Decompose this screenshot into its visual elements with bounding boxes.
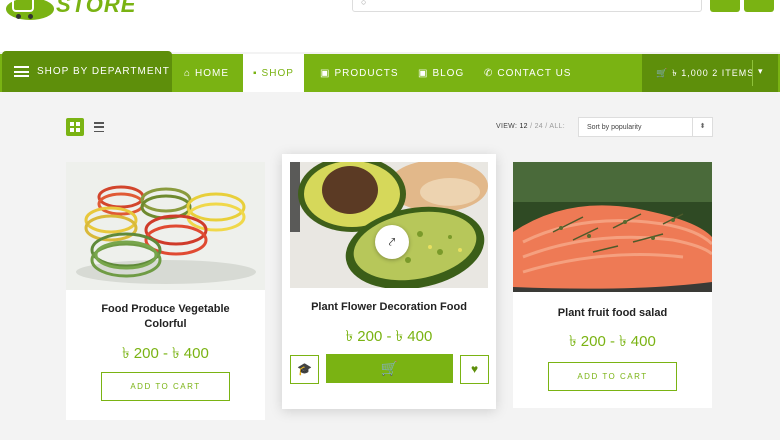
search-icon: ○	[361, 0, 367, 7]
product-title-line1: Food Produce Vegetable	[101, 303, 230, 315]
nav-home-label: HOME	[195, 67, 230, 79]
nav-products[interactable]: ▣ PRODUCTS	[320, 54, 399, 92]
add-to-cart-button[interactable]: ADD TO CART	[101, 372, 230, 401]
product-title[interactable]: Plant Flower Decoration Food	[282, 300, 496, 315]
product-title[interactable]: Plant fruit food salad	[513, 306, 712, 321]
list-view-button[interactable]	[92, 120, 106, 134]
compare-button[interactable]: 🎓	[290, 355, 319, 384]
product-price: ৳ 200 - ৳ 400	[569, 333, 656, 350]
product-card: Plant fruit food salad ৳ 200 - ৳ 400 ADD…	[513, 162, 712, 408]
search-input[interactable]: ○	[352, 0, 702, 12]
nav-shop-label: SHOP	[261, 67, 294, 79]
grid-view-button[interactable]	[66, 118, 84, 136]
salmon-image	[513, 162, 712, 292]
product-title[interactable]: Food Produce Vegetable Colorful	[66, 302, 265, 332]
product-card: ⤤ Plant Flower Decoration Food ৳ 200 - ৳…	[282, 154, 496, 409]
sort-arrow-icon: ⬍	[692, 118, 712, 136]
chevron-down-icon[interactable]: ▾	[758, 66, 764, 77]
cart-icon: 🛒	[656, 67, 669, 78]
wishlist-button[interactable]: ♥	[460, 355, 489, 384]
bag-icon: ▪	[253, 67, 258, 79]
product-image[interactable]	[513, 162, 712, 292]
product-price: ৳ 200 - ৳ 400	[345, 328, 433, 345]
sort-select[interactable]: Sort by popularity ⬍	[578, 117, 713, 137]
shop-by-department-button[interactable]: SHOP BY DEPARTMENT	[2, 51, 172, 92]
phone-icon: ✆	[484, 67, 494, 79]
logo[interactable]: STORE	[6, 0, 136, 24]
external-link-icon: ⤤	[388, 235, 396, 249]
logo-wheel-icon	[28, 14, 33, 19]
sort-value: Sort by popularity	[587, 124, 642, 131]
blog-icon: ▣	[418, 67, 429, 79]
quick-view-button[interactable]: ⤤	[375, 225, 409, 259]
main-nav: SHOP BY DEPARTMENT ⌂ HOME ▪ SHOP ▣ PRODU…	[0, 51, 780, 92]
view-option-all[interactable]: ALL	[549, 123, 562, 130]
nav-contact[interactable]: ✆ CONTACT US	[484, 54, 571, 92]
pasta-image	[66, 162, 265, 290]
nav-contact-label: CONTACT US	[497, 67, 572, 79]
nav-shop[interactable]: ▪ SHOP	[243, 54, 304, 92]
product-price: ৳ 200 - ৳ 400	[122, 345, 209, 362]
nav-blog-label: BLOG	[432, 67, 465, 79]
wishlist-button[interactable]	[744, 0, 774, 12]
heart-icon: ♥	[470, 362, 479, 376]
view-count-selector: VIEW: 12 / 24 / ALL:	[496, 123, 565, 130]
logo-text: STORE	[56, 0, 137, 17]
add-to-cart-button[interactable]: 🛒	[326, 354, 453, 383]
divider	[752, 60, 753, 86]
graduation-cap-icon: 🎓	[297, 362, 312, 376]
box-icon: ▣	[320, 67, 331, 79]
cart-summary: ৳ 1,000 2 ITEMS	[672, 67, 755, 78]
cart-icon: 🛒	[380, 360, 399, 376]
nav-products-label: PRODUCTS	[334, 67, 399, 79]
product-title-line2: Colorful	[144, 318, 187, 330]
add-to-cart-button[interactable]: ADD TO CART	[548, 362, 677, 391]
nav-home[interactable]: ⌂ HOME	[184, 54, 229, 92]
view-label: VIEW:	[496, 123, 518, 130]
account-button[interactable]	[710, 0, 740, 12]
site-header: STORE ○	[0, 0, 780, 52]
product-image[interactable]	[66, 162, 265, 290]
department-label: SHOP BY DEPARTMENT	[37, 66, 170, 77]
home-icon: ⌂	[184, 67, 192, 79]
mini-cart[interactable]: 🛒 ৳ 1,000 2 ITEMS ▾	[642, 54, 778, 92]
view-option-24[interactable]: 24	[535, 123, 543, 130]
logo-wheel-icon	[16, 14, 21, 19]
view-option-12[interactable]: 12	[519, 123, 527, 130]
nav-blog[interactable]: ▣ BLOG	[418, 54, 464, 92]
logo-cart-icon	[12, 0, 34, 12]
product-card: Food Produce Vegetable Colorful ৳ 200 - …	[66, 162, 265, 420]
hamburger-icon	[14, 66, 29, 77]
